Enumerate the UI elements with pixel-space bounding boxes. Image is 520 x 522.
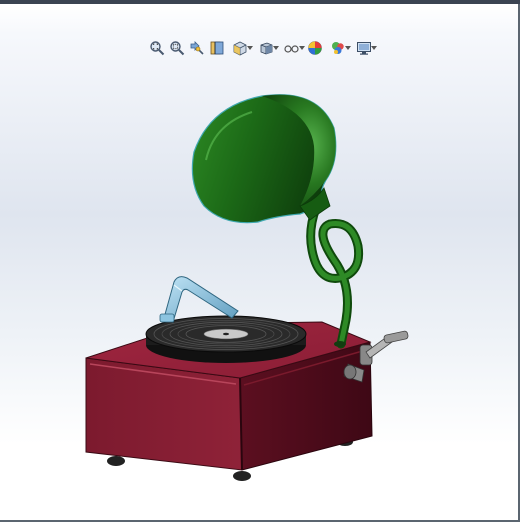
record-platter[interactable] [145, 315, 307, 363]
graphics-viewport[interactable] [0, 4, 518, 520]
cad-window [0, 0, 520, 522]
horn-bell[interactable] [191, 94, 337, 224]
tonearm[interactable] [159, 276, 239, 323]
gramophone-model[interactable] [0, 4, 518, 520]
